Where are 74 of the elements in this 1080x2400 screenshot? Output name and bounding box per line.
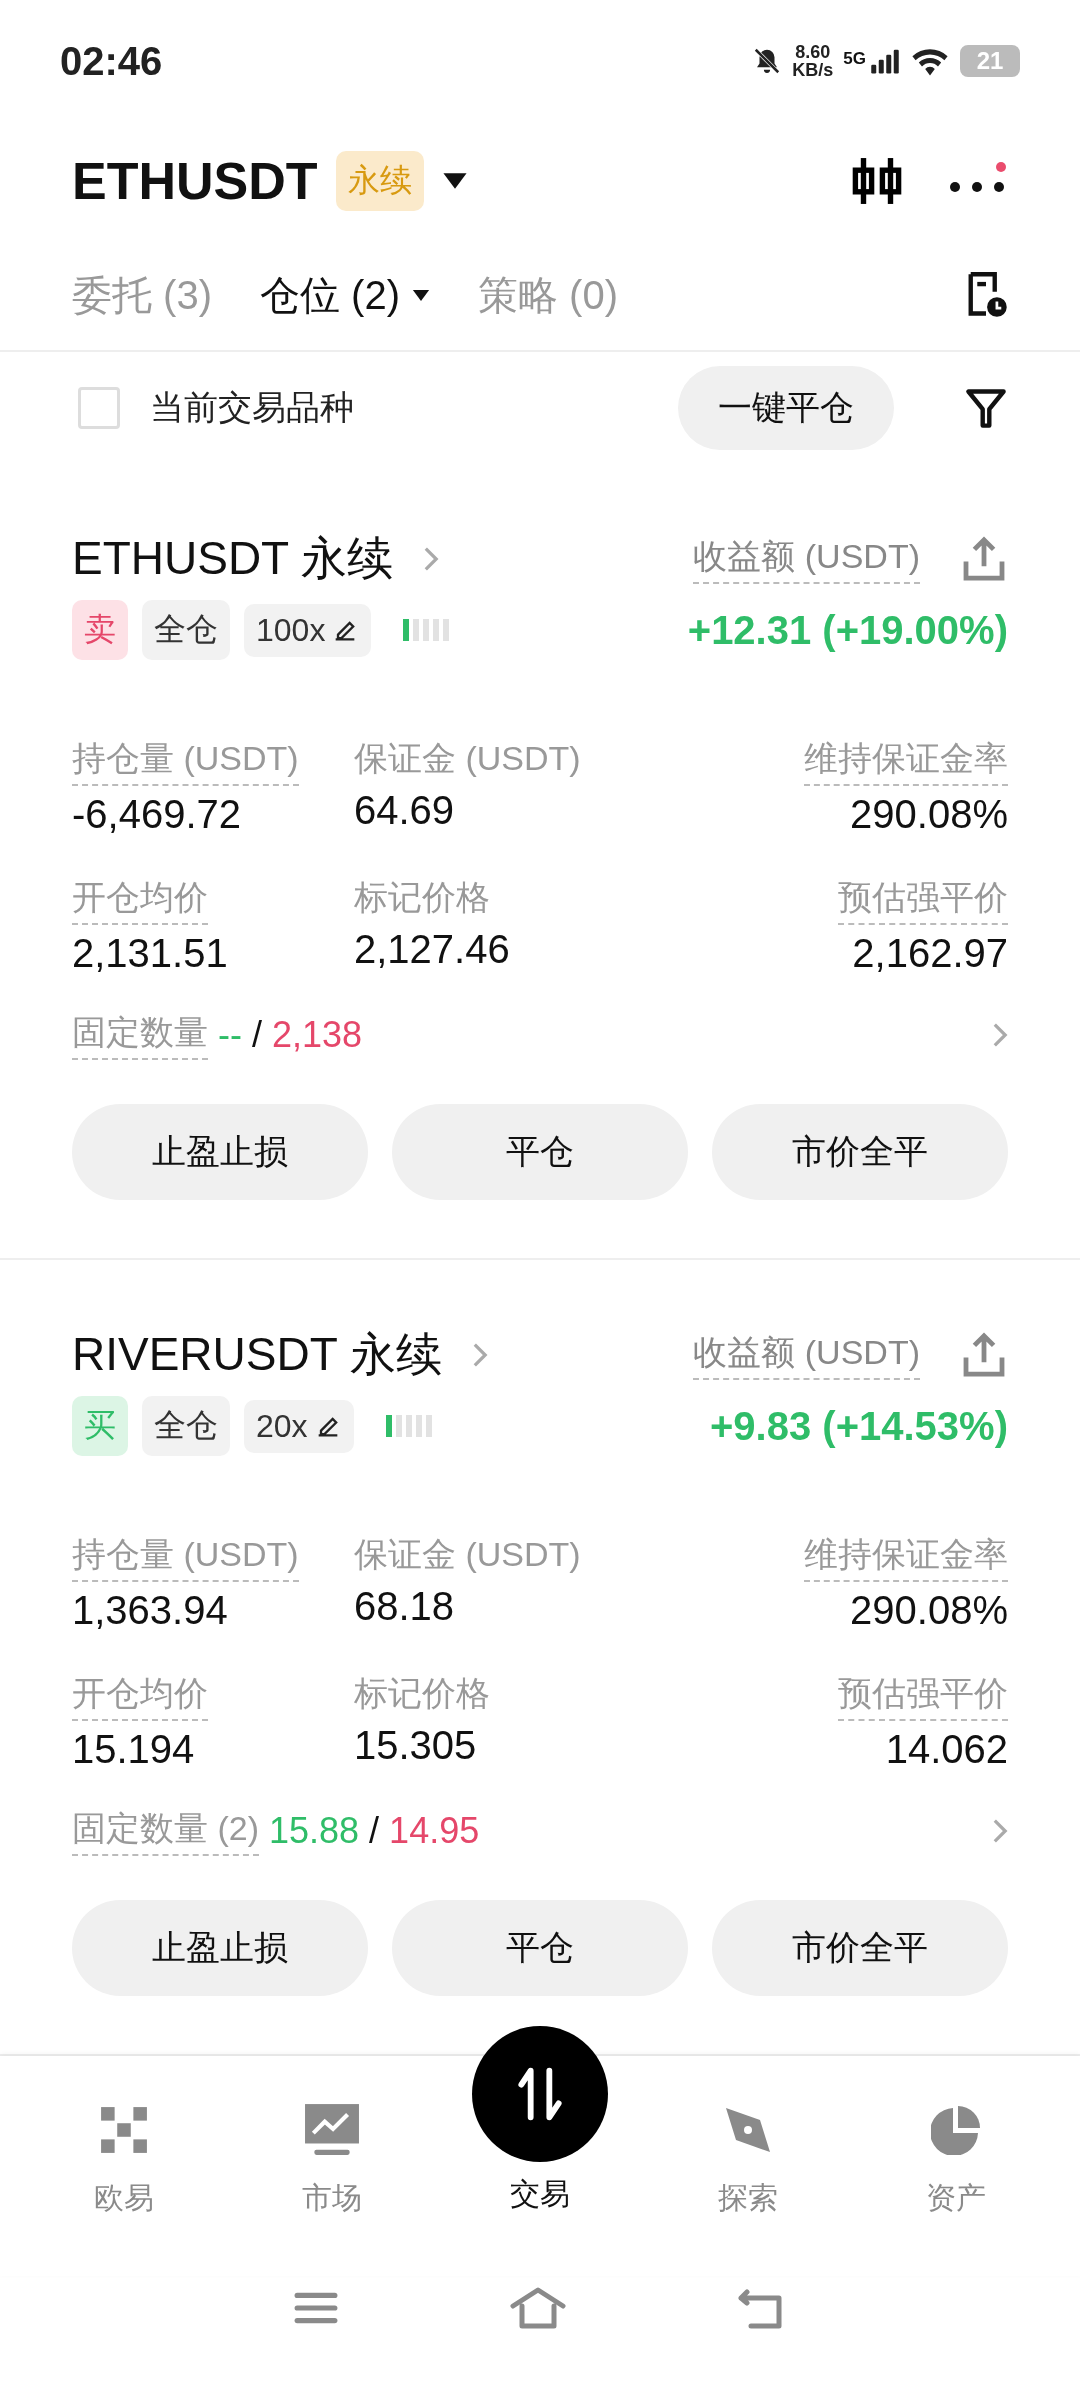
side-tag: 卖 [72, 600, 128, 660]
stat-label: 标记价格 [354, 1673, 490, 1714]
stat-value: 2,127.46 [354, 927, 510, 972]
stat-value: 2,162.97 [852, 931, 1008, 976]
fixed-quantity-label: 固定数量 (2) [72, 1806, 259, 1856]
stat-value: 290.08% [850, 1588, 1008, 1633]
stat-value: 68.18 [354, 1584, 455, 1629]
stat-label: 维持保证金率 [804, 1532, 1008, 1582]
action-button[interactable]: 平仓 [392, 1104, 688, 1200]
position-symbol[interactable]: RIVERUSDT 永续 [72, 1324, 442, 1386]
take-profit-value: 15.88 [269, 1810, 360, 1852]
side-tag: 买 [72, 1396, 128, 1456]
pie-chart-icon [931, 2105, 981, 2155]
caret-icon[interactable] [441, 172, 468, 190]
margin-mode-tag[interactable]: 全仓 [142, 600, 230, 660]
checkbox[interactable] [78, 387, 120, 429]
stat-label: 标记价格 [354, 877, 490, 918]
position-symbol[interactable]: ETHUSDT 永续 [72, 528, 394, 590]
action-button[interactable]: 市价全平 [712, 1104, 1008, 1200]
chevron-right-icon [992, 1022, 1008, 1048]
stat-value: 1,363.94 [72, 1588, 228, 1633]
separator: / [252, 1014, 262, 1056]
separator: / [369, 1810, 380, 1852]
home-icon[interactable] [509, 2286, 567, 2330]
action-button[interactable]: 止盈止损 [72, 1900, 368, 1996]
take-profit-value: -- [218, 1014, 242, 1056]
fixed-quantity-row[interactable]: 固定数量 (2) 15.88 / 14.95 [72, 1806, 1008, 1856]
stat-label: 开仓均价 [72, 875, 208, 925]
caret-icon[interactable] [412, 288, 430, 302]
fixed-quantity-label: 固定数量 [72, 1010, 208, 1060]
action-button[interactable]: 平仓 [392, 1900, 688, 1996]
stop-loss-value: 2,138 [272, 1014, 363, 1056]
status-time: 02:46 [60, 38, 163, 84]
pnl-label: 收益额 (USDT) [693, 1330, 920, 1380]
checkbox-label: 当前交易品种 [150, 387, 354, 428]
stat-label: 持仓量 (USDT) [72, 736, 299, 786]
pnl-value: +9.83 (+14.53%) [710, 1403, 1008, 1449]
contract-badge: 永续 [335, 151, 424, 211]
chevron-right-icon [992, 1818, 1008, 1844]
symbol-title[interactable]: ETHUSDT [72, 151, 318, 211]
leverage-tag[interactable]: 100x [244, 603, 372, 657]
stat-value: 15.194 [72, 1727, 195, 1772]
pnl-value: +12.31 (+19.00%) [687, 607, 1008, 653]
close-all-button[interactable]: 一键平仓 [678, 366, 894, 450]
nav-item[interactable]: 交易 [465, 2026, 615, 2215]
stat-label: 持仓量 (USDT) [72, 1532, 299, 1582]
tab[interactable]: 仓位 (2) [260, 267, 430, 323]
checker-icon [99, 2105, 149, 2155]
stat-label: 预估强平价 [838, 875, 1008, 925]
net-speed: 8.60 [795, 43, 831, 61]
stat-value: 14.062 [885, 1727, 1008, 1772]
filter-icon[interactable] [964, 386, 1008, 430]
stat-value: -6,469.72 [72, 792, 242, 837]
stat-value: 64.69 [354, 788, 455, 833]
network-type: 5G [843, 49, 866, 69]
battery-icon: 21 [960, 45, 1020, 77]
stat-label: 保证金 (USDT) [354, 738, 581, 779]
pnl-label: 收益额 (USDT) [693, 534, 920, 584]
stat-value: 290.08% [850, 792, 1008, 837]
stat-label: 预估强平价 [838, 1671, 1008, 1721]
stop-loss-value: 14.95 [389, 1810, 480, 1852]
stat-label: 保证金 (USDT) [354, 1534, 581, 1575]
chart-monitor-icon [304, 2103, 360, 2157]
margin-mode-tag[interactable]: 全仓 [142, 1396, 230, 1456]
stat-label: 开仓均价 [72, 1671, 208, 1721]
action-button[interactable]: 止盈止损 [72, 1104, 368, 1200]
net-speed-unit: KB/s [792, 61, 834, 79]
action-button[interactable]: 市价全平 [712, 1900, 1008, 1996]
signal-icon [870, 48, 900, 74]
stat-value: 15.305 [354, 1723, 477, 1768]
stat-label: 维持保证金率 [804, 736, 1008, 786]
leverage-tag[interactable]: 20x [244, 1399, 354, 1453]
fixed-quantity-row[interactable]: 固定数量 -- / 2,138 [72, 1010, 1008, 1060]
stat-value: 2,131.51 [72, 931, 228, 976]
